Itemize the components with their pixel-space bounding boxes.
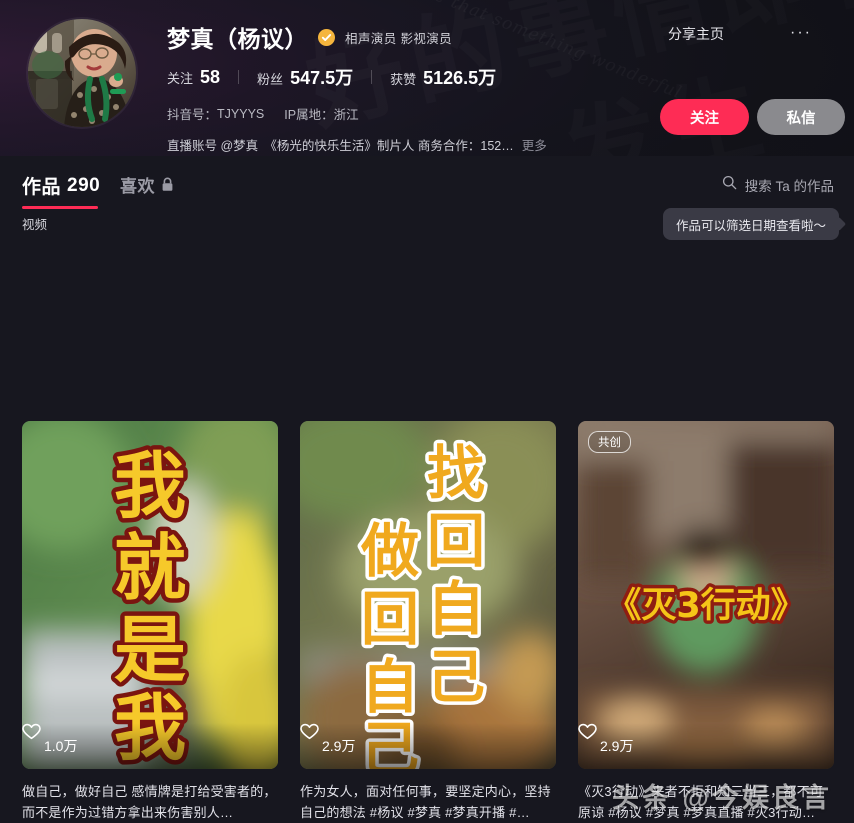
- like-count: 2.9万: [322, 738, 356, 754]
- douyin-id-value: TJYYYS: [217, 106, 265, 121]
- meta-row: 抖音号： TJYYYS IP属地： 浙江: [167, 104, 547, 123]
- tab-bar: 作品 290 喜欢 搜索 Ta 的作品: [0, 156, 854, 214]
- bio-more-button[interactable]: 更多: [522, 135, 547, 154]
- like-bar: 2.9万: [300, 723, 556, 769]
- message-button[interactable]: 私信: [757, 99, 845, 135]
- avatar[interactable]: [28, 19, 136, 127]
- stats-row: 关注 58 粉丝 547.5万 获赞 5126.5万: [167, 65, 547, 89]
- profile-header: 好的事情即将 发生 Always believe that something …: [0, 0, 854, 156]
- active-tab-underline: [22, 206, 98, 209]
- ip-location-label: IP属地：: [284, 108, 334, 122]
- search-works-input[interactable]: 搜索 Ta 的作品: [722, 175, 834, 195]
- verified-tags: 相声演员 影视演员: [345, 31, 453, 46]
- stat-likes-label: 获赞: [390, 72, 417, 87]
- verified-check-icon: [318, 28, 335, 46]
- svg-text:自: 自: [427, 575, 485, 643]
- bio-text: 直播账号 @梦真 《杨光的快乐生活》制片人 商务合作：152…: [167, 139, 514, 153]
- date-filter-tooltip: 作品可以筛选日期查看啦～: [663, 208, 840, 240]
- stat-following-label: 关注: [167, 70, 194, 86]
- video-grid: 我 就 是 我 1.0万 做自己，做好自己 感情牌是打给受害者的，而不是作为过错: [22, 421, 834, 823]
- filter-video-button[interactable]: 视频: [22, 214, 47, 233]
- profile-body: 作品 290 喜欢 搜索 Ta 的作品 视频 作品可以筛选日期查看啦～ 我 就 …: [0, 156, 854, 820]
- video-caption[interactable]: 做自己，做好自己 感情牌是打给受害者的，而不是作为过错方拿出来伤害别人…: [22, 781, 278, 823]
- bio-row: 直播账号 @梦真 《杨光的快乐生活》制片人 商务合作：152… 更多: [167, 135, 547, 154]
- follow-button[interactable]: 关注: [660, 99, 749, 135]
- svg-text:做: 做: [360, 517, 419, 585]
- stat-divider: [371, 70, 373, 84]
- like-count: 1.0万: [44, 738, 78, 754]
- video-thumbnail[interactable]: 《灭3行动》 共创 2.9万: [578, 421, 834, 769]
- svg-text:是: 是: [114, 608, 186, 692]
- like-bar: 2.9万: [578, 723, 834, 769]
- tab-likes[interactable]: 喜欢: [120, 172, 174, 197]
- cocreate-badge[interactable]: 共创: [588, 431, 631, 453]
- video-caption[interactable]: 《灭3行动》来者不拒和知三当三，都不可原谅 #杨议 #梦真 #梦真直播 #灭3行…: [578, 781, 834, 823]
- search-icon: [722, 175, 737, 195]
- svg-text:己: 己: [427, 643, 485, 711]
- like-count: 2.9万: [600, 738, 634, 754]
- svg-text:找: 找: [427, 439, 485, 507]
- stat-likes-value: 5126.5万: [423, 68, 497, 88]
- tab-works[interactable]: 作品 290: [22, 172, 100, 199]
- ip-location-value: 浙江: [333, 108, 359, 122]
- svg-text:回: 回: [427, 507, 485, 575]
- video-thumbnail[interactable]: 找 回 自 己 做 回 自 己: [300, 421, 556, 769]
- tab-likes-label: 喜欢: [120, 177, 155, 196]
- video-caption[interactable]: 作为女人，面对任何事，要坚定内心，坚持自己的想法 #杨议 #梦真 #梦真开播 #…: [300, 781, 556, 823]
- stat-following[interactable]: 关注 58: [167, 67, 220, 88]
- video-card[interactable]: 《灭3行动》 共创 2.9万 《灭3行动》来者不拒和知三当三，都不可原谅 #杨议…: [578, 421, 834, 823]
- lock-icon: [161, 177, 174, 192]
- stat-followers-value: 547.5万: [290, 68, 354, 88]
- stat-divider: [238, 70, 240, 84]
- stat-following-value: 58: [200, 66, 221, 87]
- search-placeholder: 搜索 Ta 的作品: [744, 179, 834, 194]
- tab-works-label: 作品: [22, 177, 62, 198]
- video-thumbnail[interactable]: 我 就 是 我 1.0万: [22, 421, 278, 769]
- like-bar: 1.0万: [22, 723, 278, 769]
- tab-works-count: 290: [67, 174, 101, 196]
- share-homepage-button[interactable]: 分享主页: [668, 24, 724, 44]
- profile-info: 梦真（杨议） 相声演员 影视演员 关注 58 粉丝 547.5万 获赞 5126…: [167, 22, 547, 154]
- video-card[interactable]: 我 就 是 我 1.0万 做自己，做好自己 感情牌是打给受害者的，而不是作为过错: [22, 421, 278, 823]
- filter-row: 视频 作品可以筛选日期查看啦～: [0, 208, 854, 244]
- svg-text:就: 就: [114, 526, 186, 610]
- douyin-id-label: 抖音号：: [167, 108, 218, 122]
- stat-followers[interactable]: 粉丝 547.5万: [257, 64, 353, 90]
- stat-likes: 获赞 5126.5万: [390, 64, 496, 90]
- svg-text:回: 回: [361, 585, 419, 653]
- video-card[interactable]: 找 回 自 己 做 回 自 己: [300, 421, 556, 823]
- svg-text:我: 我: [114, 444, 186, 528]
- svg-text:自: 自: [361, 653, 419, 721]
- profile-name: 梦真（杨议）: [167, 26, 308, 52]
- stat-followers-label: 粉丝: [257, 72, 284, 87]
- more-options-icon[interactable]: ···: [790, 24, 812, 42]
- name-row: 梦真（杨议） 相声演员 影视演员: [167, 22, 547, 52]
- svg-text:《灭3行动》: 《灭3行动》: [606, 586, 805, 626]
